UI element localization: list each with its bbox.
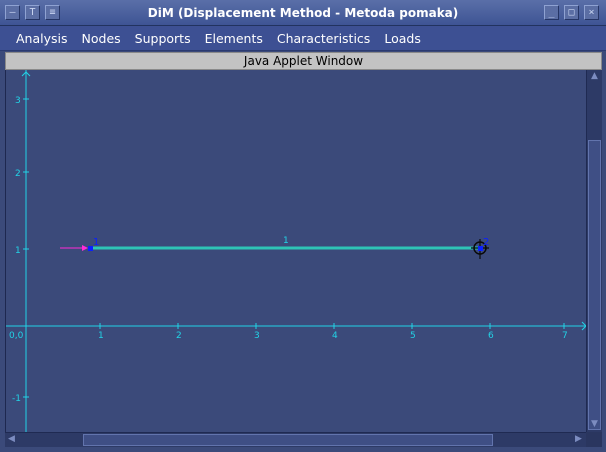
scroll-right-icon[interactable]: ▶ — [572, 433, 585, 446]
y-tick-label: -1 — [12, 394, 21, 404]
node-label: 2 — [483, 237, 489, 248]
vertical-scroll-thumb[interactable] — [588, 140, 601, 430]
y-tick-label: 3 — [15, 96, 21, 106]
x-tick-label: 4 — [332, 331, 338, 341]
x-tick-label: 6 — [488, 331, 494, 341]
close-icon[interactable]: × — [584, 5, 599, 20]
menu-analysis[interactable]: Analysis — [9, 31, 75, 46]
x-tick-label: 7 — [562, 331, 568, 341]
vertical-scrollbar[interactable]: ▲ ▼ — [586, 70, 602, 432]
y-tick-label: 2 — [15, 169, 21, 179]
x-tick-label: 1 — [98, 331, 104, 341]
scroll-down-icon[interactable]: ▼ — [588, 418, 601, 431]
horizontal-scrollbar[interactable]: ◀ ▶ — [5, 432, 586, 447]
maximize-icon[interactable]: □ — [564, 5, 579, 20]
title-bar: — T ≡ DiM (Displacement Method - Metoda … — [0, 0, 606, 26]
applet-window-label: Java Applet Window — [5, 52, 602, 70]
origin-label: 0,0 — [9, 331, 24, 341]
node-label: 1 — [93, 237, 99, 248]
load-arrow-icon — [82, 245, 88, 251]
structure-canvas[interactable]: 0,0 1 2 3 4 5 6 7 3 2 1 -1 1 1 2 — [5, 70, 586, 432]
menu-elements[interactable]: Elements — [198, 31, 270, 46]
scrollbar-corner — [586, 432, 602, 447]
x-tick-label: 3 — [254, 331, 260, 341]
menu-supports[interactable]: Supports — [128, 31, 198, 46]
y-tick-label: 1 — [15, 246, 21, 256]
x-tick-label: 2 — [176, 331, 182, 341]
menu-loads[interactable]: Loads — [377, 31, 428, 46]
menu-nodes[interactable]: Nodes — [75, 31, 128, 46]
plot-svg[interactable]: 0,0 1 2 3 4 5 6 7 3 2 1 -1 1 1 2 — [6, 70, 586, 432]
element-label: 1 — [283, 236, 289, 246]
scroll-left-icon[interactable]: ◀ — [5, 433, 18, 446]
scroll-up-icon[interactable]: ▲ — [588, 70, 601, 83]
x-tick-label: 5 — [410, 331, 416, 341]
minimize-icon[interactable]: _ — [544, 5, 559, 20]
horizontal-scroll-thumb[interactable] — [83, 434, 493, 446]
menu-characteristics[interactable]: Characteristics — [270, 31, 377, 46]
window-title: DiM (Displacement Method - Metoda pomaka… — [147, 6, 459, 20]
menu-bar: Analysis Nodes Supports Elements Charact… — [0, 26, 606, 51]
